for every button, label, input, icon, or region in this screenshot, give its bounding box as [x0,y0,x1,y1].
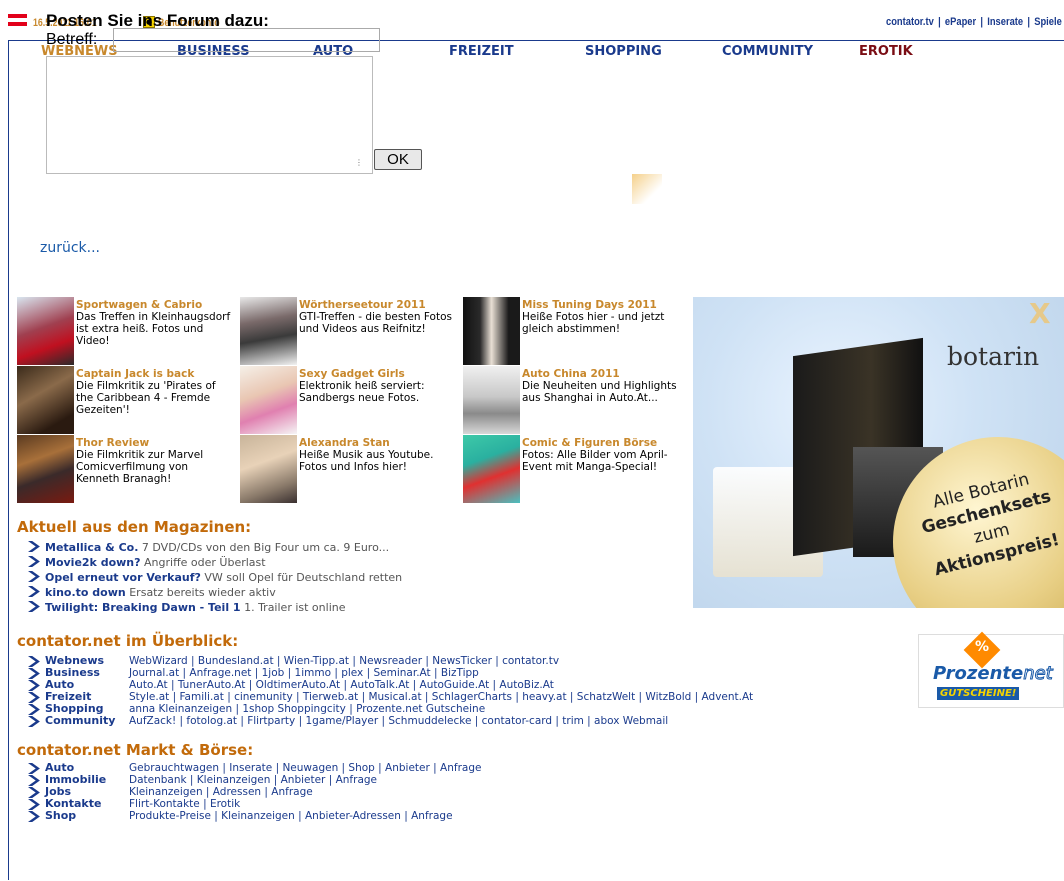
chevron-right-icon [28,692,40,703]
chevron-right-icon [28,556,40,567]
overview-title: contator.net im Überblick: [17,632,239,650]
teaser-card[interactable]: Sexy Gadget Girls Elektronik heiß servier… [240,366,460,434]
teaser-thumbnail[interactable] [463,297,520,365]
ad-brand: botarin [947,342,1040,371]
chevron-right-icon [28,799,40,810]
teaser-title[interactable]: Sportwagen & Cabrio [76,299,234,311]
nav-community[interactable]: COMMUNITY [722,44,813,59]
teaser-card[interactable]: Sportwagen & Cabrio Das Treffen in Kleinh… [17,297,237,365]
teaser-title[interactable]: Thor Review [76,437,234,449]
nav-erotik[interactable]: EROTIK [859,44,913,59]
decor-shape [632,174,662,204]
teaser-text: Heiße Musik aus Youtube. Fotos und Infos… [299,449,434,473]
resize-grip-icon[interactable]: ⋮ [355,158,363,167]
teaser-card[interactable]: Comic & Figuren Börse Fotos: Alle Bilder … [463,435,683,503]
top-link-spiele[interactable]: Spiele [1034,16,1062,28]
chevron-right-icon [28,601,40,612]
chevron-right-icon [28,811,40,822]
magazines-title: Aktuell aus den Magazinen: [17,518,252,536]
list-item[interactable]: Movie2k down? Angriffe oder Überlast [28,555,266,570]
left-rule [8,40,9,880]
teaser-text: Fotos: Alle Bilder vom April-Event mit M… [522,449,668,473]
teaser-title[interactable]: Captain Jack is back [76,368,234,380]
teaser-card[interactable]: Captain Jack is back Die Filmkritik zu 'P… [17,366,237,434]
chevron-right-icon [28,541,40,552]
teaser-card[interactable]: Auto China 2011 Die Neuheiten und Highlig… [463,366,683,434]
teaser-thumbnail[interactable] [17,297,74,365]
teaser-thumbnail[interactable] [240,366,297,434]
teaser-text: GTI-Treffen - die besten Fotos und Video… [299,311,452,335]
teaser-thumbnail[interactable] [17,366,74,434]
ok-button[interactable]: OK [374,149,422,170]
teaser-text: Die Neuheiten und Highlights aus Shangha… [522,380,677,404]
list-item[interactable]: Opel erneut vor Verkauf? VW soll Opel fü… [28,570,402,585]
nav-shopping[interactable]: SHOPPING [585,44,662,59]
teaser-thumbnail[interactable] [17,435,74,503]
post-body-textarea[interactable] [46,56,373,174]
teaser-title[interactable]: Auto China 2011 [522,368,680,380]
top-links: contator.tv | ePaper | Inserate | Spiele [886,16,1062,28]
teaser-title[interactable]: Wörtherseetour 2011 [299,299,457,311]
prozente-net-banner[interactable]: % Prozentenet GUTSCHEINE! [918,631,1064,708]
nav-freizeit[interactable]: FREIZEIT [449,44,514,59]
list-item[interactable]: Metallica & Co. 7 DVD/CDs von den Big Fo… [28,540,389,555]
chevron-right-icon [28,787,40,798]
list-item[interactable]: Twilight: Breaking Dawn - Teil 1 1. Trai… [28,600,345,615]
top-link-epaper[interactable]: ePaper [945,16,976,28]
teaser-text: Die Filmkritik zu 'Pirates of the Caribb… [76,380,216,416]
teaser-text: Die Filmkritik zur Marvel Comicverfilmun… [76,449,204,485]
subject-input[interactable] [113,28,380,52]
chevron-right-icon [28,656,40,667]
chevron-right-icon [28,704,40,715]
teaser-title[interactable]: Sexy Gadget Girls [299,368,457,380]
chevron-right-icon [28,668,40,679]
teaser-thumbnail[interactable] [240,435,297,503]
top-link-contator-tv[interactable]: contator.tv [886,16,934,28]
chevron-right-icon [28,571,40,582]
brand-mark: X [1029,297,1051,330]
austria-flag-icon [8,14,27,28]
chevron-right-icon [28,716,40,727]
chevron-right-icon [28,586,40,597]
teaser-text: Elektronik heiß serviert: Sandbergs neue… [299,380,425,404]
teaser-text: Das Treffen in Kleinhaugsdorf ist extra … [76,311,231,347]
botarin-ad-banner[interactable]: X botarin Alle Botarin Geschenksets zum … [693,297,1064,608]
market-title: contator.net Markt & Börse: [17,741,254,759]
teaser-text: Heiße Fotos hier - und jetzt gleich abst… [522,311,665,335]
list-item[interactable]: kino.to down Ersatz bereits wieder aktiv [28,585,276,600]
top-link-inserate[interactable]: Inserate [987,16,1023,28]
teaser-card[interactable]: Wörtherseetour 2011 GTI-Treffen - die bes… [240,297,460,365]
back-link[interactable]: zurück... [40,240,100,256]
teaser-card[interactable]: Thor Review Die Filmkritik zur Marvel Com… [17,435,237,503]
teaser-title[interactable]: Miss Tuning Days 2011 [522,299,680,311]
chevron-right-icon [28,680,40,691]
teaser-title[interactable]: Comic & Figuren Börse [522,437,680,449]
teaser-thumbnail[interactable] [240,297,297,365]
chevron-right-icon [28,775,40,786]
teaser-title[interactable]: Alexandra Stan [299,437,457,449]
prozente-logo: Prozentenet [933,663,1053,685]
chevron-right-icon [28,763,40,774]
subject-label: Betreff: [46,31,98,48]
teaser-thumbnail[interactable] [463,435,520,503]
teaser-thumbnail[interactable] [463,366,520,434]
teaser-card[interactable]: Miss Tuning Days 2011 Heiße Fotos hier - … [463,297,683,365]
gutscheine-badge: GUTSCHEINE! [937,687,1020,700]
teaser-card[interactable]: Alexandra Stan Heiße Musik aus Youtube. F… [240,435,460,503]
